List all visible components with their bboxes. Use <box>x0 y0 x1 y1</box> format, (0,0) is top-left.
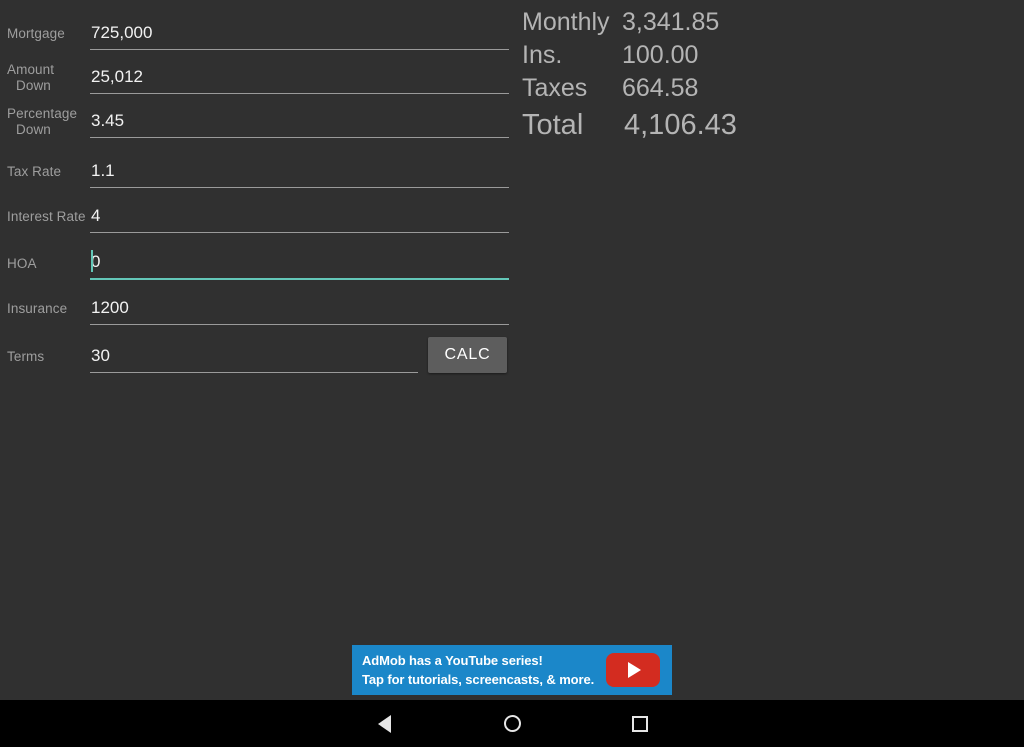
insurance-input[interactable] <box>90 295 509 325</box>
result-row-taxes: Taxes 664.58 <box>522 72 822 105</box>
recents-glyph <box>632 715 648 732</box>
play-triangle-icon[interactable] <box>606 653 660 687</box>
recents-icon[interactable] <box>576 700 704 747</box>
field-row-tax-rate: Tax Rate <box>0 150 516 194</box>
result-label-total: Total <box>522 109 584 141</box>
field-label-amount-down: Amount Down <box>7 56 87 100</box>
field-label-line1: Percentage <box>7 106 78 121</box>
field-row-mortgage: Mortgage <box>0 12 516 56</box>
field-row-amount-down: Amount Down <box>0 56 516 100</box>
mortgage-input[interactable] <box>90 20 509 50</box>
field-label-insurance: Insurance <box>7 287 87 331</box>
app-root: Mortgage Amount Down Percentage Down Tax… <box>0 0 1024 747</box>
field-label-line1: Mortgage <box>7 26 65 41</box>
field-row-percentage-down: Percentage Down <box>0 100 516 144</box>
field-label-mortgage: Mortgage <box>7 12 87 56</box>
field-label-line1: Tax Rate <box>7 164 62 179</box>
field-row-interest-rate: Interest Rate <box>0 195 516 239</box>
result-label-monthly: Monthly <box>522 8 610 36</box>
field-label-tax-rate: Tax Rate <box>7 150 87 194</box>
amount-down-input[interactable] <box>90 64 509 94</box>
back-glyph <box>377 714 391 733</box>
calc-button[interactable]: CALC <box>428 337 507 373</box>
field-label-line1: Insurance <box>7 301 68 316</box>
play-glyph <box>628 662 641 678</box>
home-glyph <box>503 715 521 732</box>
field-label-line1: Interest Rate <box>7 209 86 224</box>
home-icon[interactable] <box>448 700 576 747</box>
field-row-insurance: Insurance <box>0 287 516 331</box>
ad-text: AdMob has a YouTube series! Tap for tuto… <box>362 651 594 689</box>
result-row-monthly: Monthly 3,341.85 <box>522 6 822 39</box>
result-value-taxes: 664.58 <box>622 74 699 102</box>
field-label-line1: HOA <box>7 256 37 271</box>
result-value-total: 4,106.43 <box>624 109 737 141</box>
field-row-hoa: HOA <box>0 242 516 286</box>
field-label-hoa: HOA <box>7 242 87 286</box>
mortgage-input-form: Mortgage Amount Down Percentage Down Tax… <box>0 0 516 400</box>
field-label-terms: Terms <box>7 335 87 379</box>
hoa-input[interactable] <box>90 250 509 280</box>
android-navigation-bar <box>0 700 1024 747</box>
text-cursor <box>91 250 93 272</box>
percentage-down-input[interactable] <box>90 108 509 138</box>
result-row-insurance: Ins. 100.00 <box>522 39 822 72</box>
field-label-line1: Amount <box>7 62 55 77</box>
ad-text-line1: AdMob has a YouTube series! <box>362 653 543 668</box>
admob-ad-banner[interactable]: AdMob has a YouTube series! Tap for tuto… <box>352 645 672 695</box>
field-label-interest-rate: Interest Rate <box>7 195 91 239</box>
ad-text-line2: Tap for tutorials, screencasts, & more. <box>362 672 595 687</box>
field-label-line2: Down <box>16 122 51 137</box>
interest-rate-input[interactable] <box>90 203 509 233</box>
result-label-taxes: Taxes <box>522 74 588 102</box>
result-row-total: Total 4,106.43 <box>522 105 822 145</box>
field-label-percentage-down: Percentage Down <box>7 100 91 144</box>
result-value-monthly: 3,341.85 <box>622 8 720 36</box>
field-label-line1: Terms <box>7 349 45 364</box>
terms-input[interactable] <box>90 343 418 373</box>
tax-rate-input[interactable] <box>90 158 509 188</box>
result-value-insurance: 100.00 <box>622 41 699 69</box>
field-label-line2: Down <box>16 78 51 93</box>
result-label-insurance: Ins. <box>522 41 563 69</box>
results-panel: Monthly 3,341.85 Ins. 100.00 Taxes 664.5… <box>522 6 822 145</box>
back-icon[interactable] <box>320 700 448 747</box>
